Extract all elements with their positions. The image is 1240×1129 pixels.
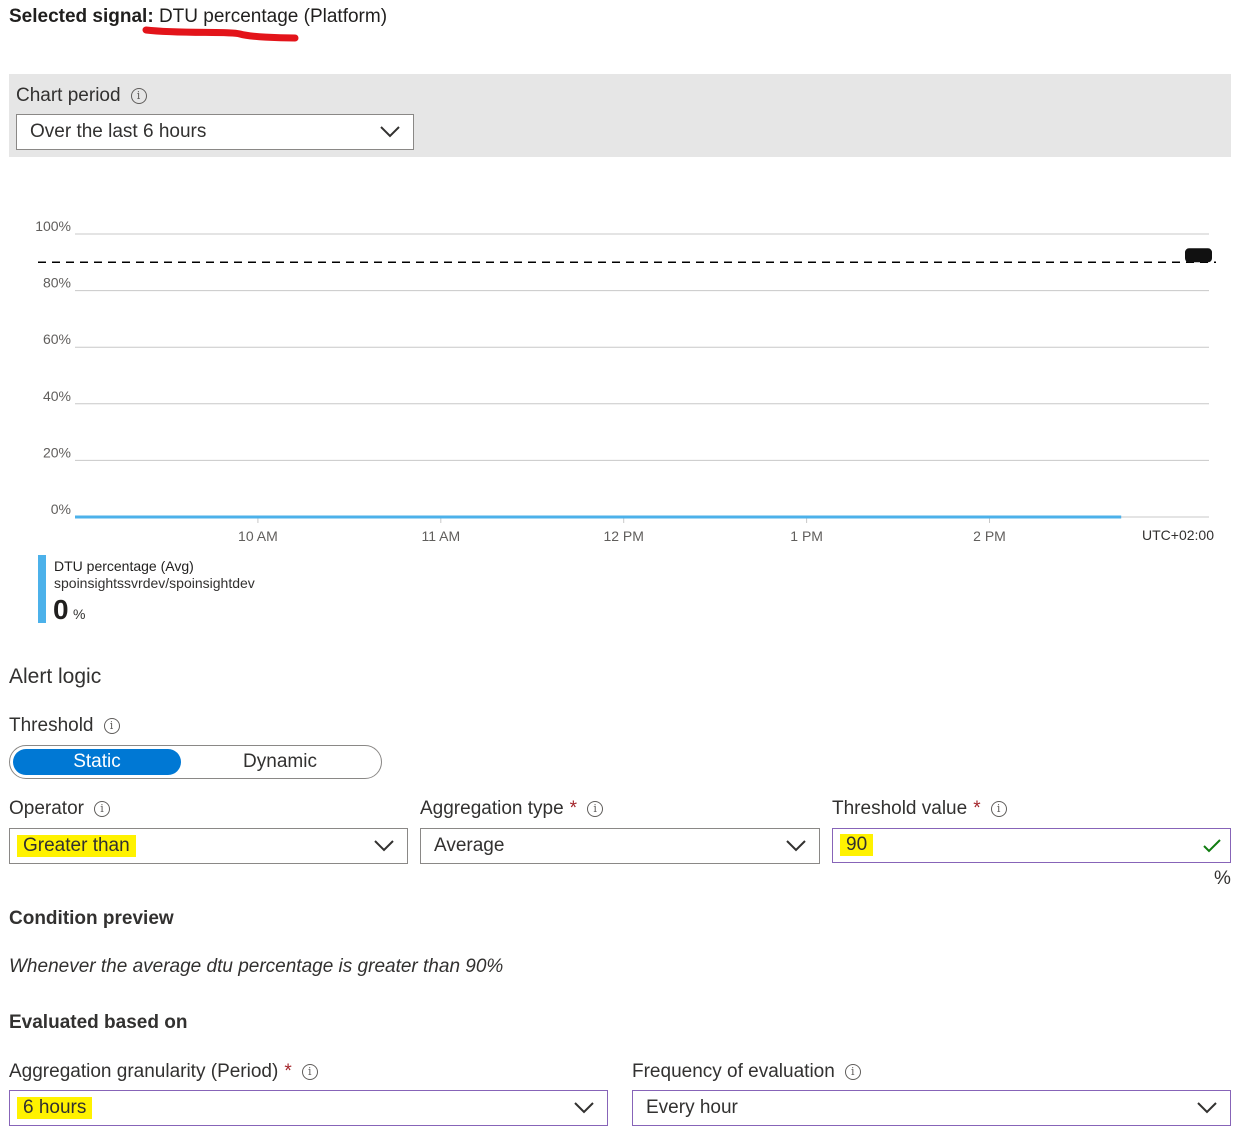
threshold-label: Threshold i xyxy=(9,715,120,737)
chart-period-label: Chart period i xyxy=(16,85,147,107)
info-icon[interactable]: i xyxy=(587,800,604,817)
operator-label: Operator i xyxy=(9,798,110,820)
chevron-down-icon xyxy=(786,840,806,852)
x-tick-label: 12 PM xyxy=(603,528,643,544)
info-icon[interactable]: i xyxy=(990,800,1007,817)
y-tick-label: 0% xyxy=(51,501,71,517)
frequency-label: Frequency of evaluation i xyxy=(632,1061,861,1083)
threshold-value-input[interactable]: 90 xyxy=(832,828,1231,863)
alert-logic-title: Alert logic xyxy=(9,665,102,688)
threshold-value-label: Threshold value * i xyxy=(832,798,1007,820)
chevron-down-icon xyxy=(574,1102,594,1114)
granularity-value: 6 hours xyxy=(17,1097,93,1119)
x-tick-label: 1 PM xyxy=(790,528,823,544)
chevron-down-icon xyxy=(374,840,394,852)
threshold-value-text: 90 xyxy=(840,834,874,856)
threshold-option-static[interactable]: Static xyxy=(13,749,181,775)
granularity-dropdown[interactable]: 6 hours xyxy=(9,1090,608,1126)
dtu-chart: 100% 80% 60% 40% 20% 0% 10 AM 11 AM 12 PM 1 PM 2 P… xyxy=(35,218,1216,544)
granularity-label: Aggregation granularity (Period) * i xyxy=(9,1061,318,1083)
info-icon[interactable]: i xyxy=(130,87,147,104)
signal-source: (Platform) xyxy=(303,6,388,27)
threshold-toggle: Static Dynamic xyxy=(9,745,382,779)
y-tick-label: 20% xyxy=(43,444,71,460)
required-asterisk: * xyxy=(569,798,578,819)
legend-color-bar xyxy=(38,555,46,623)
required-asterisk: * xyxy=(973,798,981,819)
aggregation-type-dropdown[interactable]: Average xyxy=(420,828,820,864)
operator-dropdown[interactable]: Greater than xyxy=(9,828,408,864)
legend-value: 0 % xyxy=(53,594,86,625)
x-tick-label: 2 PM xyxy=(973,528,1006,544)
chart-period-value: Over the last 6 hours xyxy=(30,121,207,142)
operator-value: Greater than xyxy=(17,835,136,857)
frequency-value: Every hour xyxy=(646,1097,738,1118)
chevron-down-icon xyxy=(1197,1102,1217,1114)
x-tick-label: 11 AM xyxy=(421,528,460,544)
info-icon[interactable]: i xyxy=(844,1063,861,1080)
evaluated-based-on-title: Evaluated based on xyxy=(9,1012,188,1033)
frequency-dropdown[interactable]: Every hour xyxy=(632,1090,1231,1126)
signal-prefix: Selected signal: xyxy=(9,6,154,27)
info-icon[interactable]: i xyxy=(93,800,110,817)
chevron-down-icon xyxy=(380,126,400,138)
red-underline-annotation xyxy=(142,26,299,42)
timezone-label: UTC+02:00 xyxy=(1142,527,1214,543)
aggregation-type-value: Average xyxy=(434,835,505,856)
x-tick-label: 10 AM xyxy=(238,528,278,544)
threshold-unit: % xyxy=(1214,868,1231,889)
required-asterisk: * xyxy=(284,1061,292,1082)
threshold-option-dynamic[interactable]: Dynamic xyxy=(196,749,364,775)
chart-legend[interactable]: DTU percentage (Avg) spoinsightssvrdev/s… xyxy=(38,555,338,625)
condition-preview-title: Condition preview xyxy=(9,908,174,929)
y-tick-label: 80% xyxy=(43,275,71,291)
threshold-marker[interactable] xyxy=(1185,248,1212,263)
chart-period-dropdown[interactable]: Over the last 6 hours xyxy=(16,114,414,150)
info-icon[interactable]: i xyxy=(301,1063,318,1080)
y-tick-label: 100% xyxy=(35,218,71,234)
y-tick-label: 40% xyxy=(43,388,71,404)
checkmark-icon xyxy=(1203,839,1221,853)
legend-series-name: DTU percentage (Avg) xyxy=(54,558,194,574)
y-tick-label: 60% xyxy=(43,331,71,347)
info-icon[interactable]: i xyxy=(103,717,120,734)
condition-preview-text: Whenever the average dtu percentage is g… xyxy=(9,956,504,977)
aggregation-type-label: Aggregation type * i xyxy=(420,798,604,820)
legend-resource: spoinsightssvrdev/spoinsightdev xyxy=(54,575,255,591)
